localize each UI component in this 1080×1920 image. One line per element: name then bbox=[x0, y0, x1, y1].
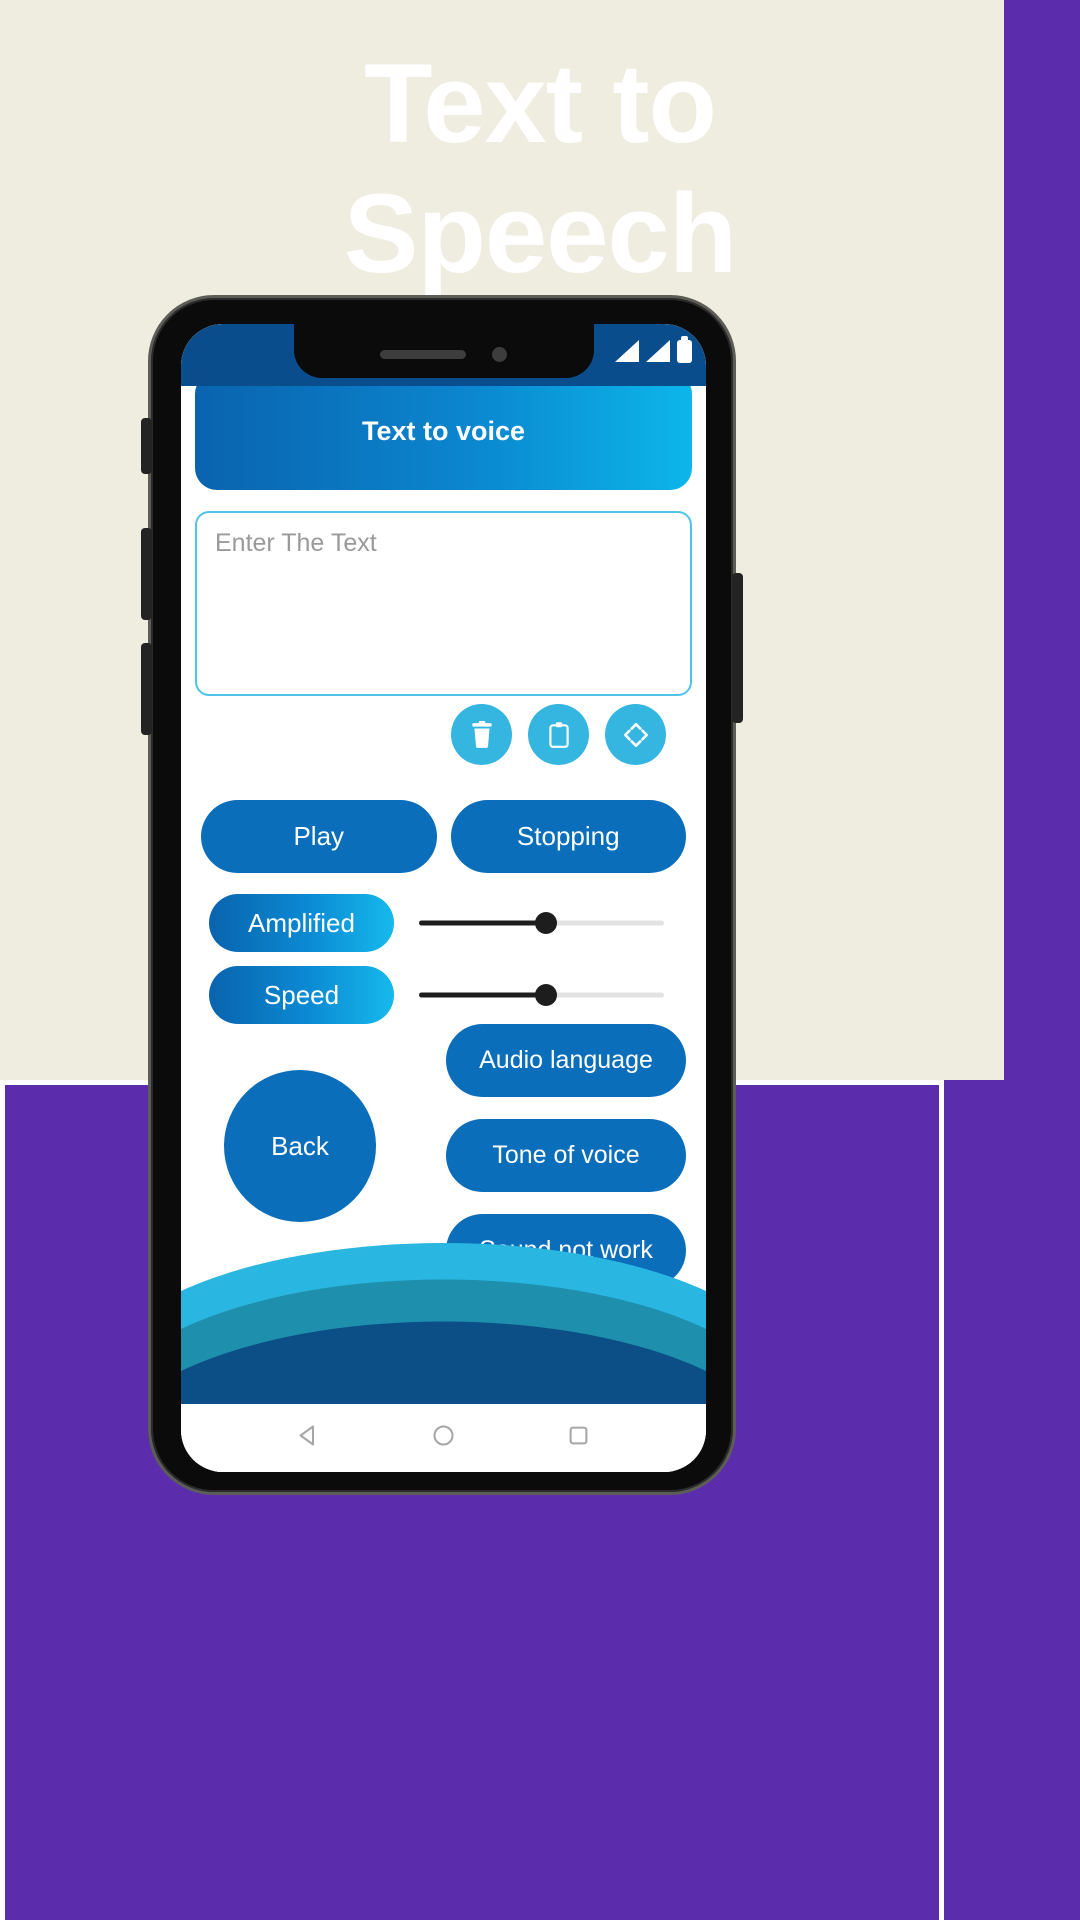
back-button[interactable]: Back bbox=[224, 1070, 376, 1222]
fullscreen-icon-button[interactable] bbox=[605, 704, 666, 765]
front-camera-icon bbox=[492, 346, 507, 362]
app-content: Text to voice Enter The Text Play Stoppi… bbox=[181, 324, 706, 1472]
slider-fill bbox=[419, 920, 547, 926]
delete-icon bbox=[469, 720, 495, 749]
text-tools-row bbox=[451, 704, 691, 765]
phone-screen: Text to voice Enter The Text Play Stoppi… bbox=[181, 324, 706, 1472]
square-recents-icon[interactable] bbox=[565, 1422, 592, 1454]
phone-side-button-volume-down[interactable] bbox=[141, 643, 152, 735]
speed-button[interactable]: Speed bbox=[209, 966, 394, 1024]
phone-mockup: Text to voice Enter The Text Play Stoppi… bbox=[141, 295, 743, 1495]
speed-slider[interactable] bbox=[419, 984, 664, 1006]
android-navigation-bar bbox=[181, 1404, 706, 1472]
speed-slider-row: Speed bbox=[209, 966, 679, 1024]
amplified-slider-row: Amplified bbox=[209, 894, 679, 952]
circle-home-icon[interactable] bbox=[430, 1422, 457, 1454]
poster-stage: Text to Speech Text to voice Enter The T… bbox=[0, 0, 1080, 1920]
fullscreen-icon bbox=[621, 720, 651, 750]
slider-thumb[interactable] bbox=[535, 912, 558, 934]
paste-icon-button[interactable] bbox=[528, 704, 589, 765]
phone-notch bbox=[293, 324, 594, 378]
page-title: Text to Speech bbox=[0, 48, 1080, 290]
transport-row: Play Stopping bbox=[201, 800, 686, 873]
signal-icon bbox=[646, 340, 670, 362]
stop-button[interactable]: Stopping bbox=[450, 800, 686, 873]
delete-icon-button[interactable] bbox=[451, 704, 512, 765]
triangle-back-icon[interactable] bbox=[295, 1422, 322, 1454]
amplified-button[interactable]: Amplified bbox=[209, 894, 394, 952]
signal-icon bbox=[615, 340, 639, 362]
play-button[interactable]: Play bbox=[201, 800, 437, 873]
headline-line-2: Speech bbox=[343, 171, 737, 296]
battery-icon bbox=[677, 336, 692, 363]
slider-fill bbox=[419, 992, 547, 998]
wave-decoration bbox=[181, 1219, 706, 1404]
paste-icon bbox=[546, 721, 572, 749]
phone-side-button-volume-up[interactable] bbox=[141, 528, 152, 620]
audio-language-button[interactable]: Audio language bbox=[446, 1024, 686, 1097]
text-input[interactable] bbox=[195, 511, 692, 696]
text-to-voice-header-button[interactable]: Text to voice bbox=[195, 372, 692, 490]
tone-of-voice-button[interactable]: Tone of voice bbox=[446, 1119, 686, 1192]
phone-side-button-power[interactable] bbox=[732, 573, 743, 723]
slider-thumb[interactable] bbox=[535, 984, 558, 1006]
phone-side-button-mute[interactable] bbox=[141, 418, 152, 474]
headline-line-1: Text to bbox=[364, 41, 717, 166]
amplified-slider[interactable] bbox=[419, 912, 664, 934]
speaker-grille-icon bbox=[380, 349, 466, 359]
